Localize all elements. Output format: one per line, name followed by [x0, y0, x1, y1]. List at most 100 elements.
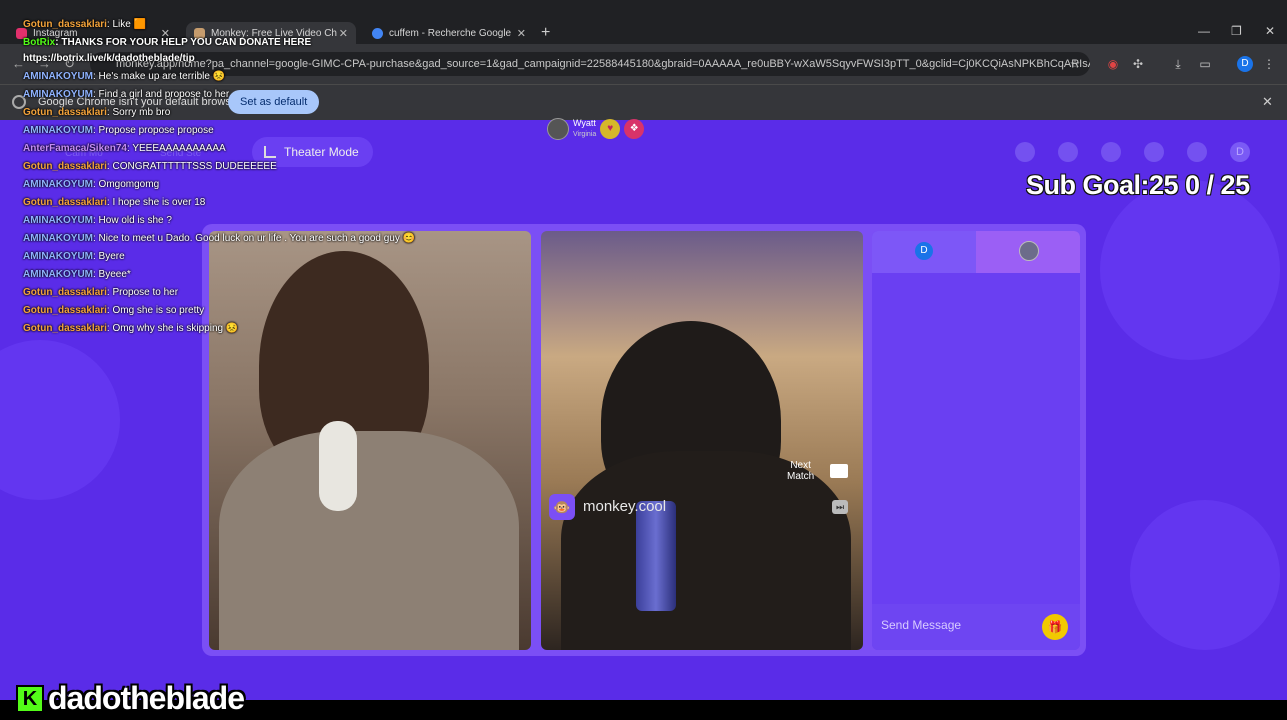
partner-name-block: Wyatt Virginia	[573, 118, 596, 140]
set-default-button[interactable]: Set as default	[228, 90, 320, 114]
user-avatar[interactable]: D	[1230, 142, 1250, 162]
chat-message: : Omgomgomg	[93, 179, 160, 190]
partner-avatar	[547, 118, 569, 140]
friends-icon[interactable]	[1101, 142, 1121, 162]
chat-username: AMINAKOYUM	[23, 215, 93, 226]
chat-message: : I hope she is over 18	[106, 197, 206, 208]
download-icon[interactable]: ⤓	[1171, 57, 1185, 71]
chat-line: Gotun_dassaklari: I hope she is over 18	[23, 197, 205, 208]
chat-message: : CONGRATTTTTTSSS DUDEEEEEE	[106, 161, 277, 172]
extensions-puzzle-icon[interactable]: ✣	[1131, 57, 1145, 71]
send-message-box[interactable]: Send Message 🎁	[872, 604, 1080, 650]
next-camera-icon[interactable]	[830, 464, 848, 478]
chat-username: Gotun_dassaklari	[23, 161, 107, 172]
chat-message: : Nice to meet u Dado. Good luck on ur l…	[93, 233, 416, 244]
chat-username: Gotun_dassaklari	[23, 323, 107, 334]
infobar-close-icon[interactable]: ✕	[1262, 94, 1273, 110]
streamer-branding: K dadotheblade	[16, 680, 245, 717]
partner-location: Virginia	[573, 131, 597, 138]
send-message-input[interactable]: Send Message	[881, 618, 961, 632]
chat-message: : Sorry mb bro	[106, 107, 171, 118]
chat-message: : How old is she ?	[93, 215, 172, 226]
partner-camera-feed	[541, 231, 863, 650]
bg-decoration	[1100, 180, 1280, 360]
chat-username: AMINAKOYUM	[23, 269, 93, 280]
next-match-label[interactable]: Next Match	[787, 460, 814, 482]
botrix-url: https://botrix.live/k/dadotheblade/tip	[23, 53, 195, 64]
chat-self-avatar: D	[915, 242, 933, 260]
chat-line: AMINAKOYUM: How old is she ?	[23, 215, 172, 226]
extension-badge-icon[interactable]: ◉	[1106, 57, 1120, 71]
restore-icon[interactable]: ❐	[1231, 24, 1242, 38]
chat-line: Gotun_dassaklari: Sorry mb bro	[23, 107, 170, 118]
close-icon[interactable]: ✕	[517, 27, 526, 40]
chat-line: Gotun_dassaklari: CONGRATTTTTTSSS DUDEEE…	[23, 161, 277, 172]
chat-message: : THANKS FOR YOUR HELP YOU CAN DONATE HE…	[55, 37, 312, 48]
gift-button-icon[interactable]: 🎁	[1042, 614, 1068, 640]
tab-title: cuffem - Recherche Google	[389, 27, 512, 39]
chat-username: Gotun_dassaklari	[23, 19, 107, 30]
chat-message: : He's make up are terrible 😣	[93, 71, 226, 82]
drink-can	[636, 501, 676, 611]
chat-message: : Byere	[93, 251, 125, 262]
next-match-line2: Match	[787, 471, 815, 482]
chat-username: Gotun_dassaklari	[23, 107, 107, 118]
chat-message: : Like 🟧	[106, 19, 147, 30]
close-icon[interactable]: ✕	[339, 27, 348, 40]
tab-google[interactable]: cuffem - Recherche Google ✕	[364, 22, 534, 44]
partner-name: Wyatt	[573, 118, 596, 128]
skip-icon[interactable]: ⏭	[832, 500, 848, 514]
chat-username: AMINAKOYUM	[23, 179, 93, 190]
chat-message: : Propose to her	[106, 287, 179, 298]
next-match-line1: Next	[790, 460, 811, 471]
profile-avatar[interactable]: D	[1237, 56, 1253, 72]
chat-line: AMINAKOYUM: Propose propose propose	[23, 125, 214, 136]
menu-dots-icon[interactable]: ⋮	[1262, 57, 1276, 71]
chat-tab-partner[interactable]	[976, 231, 1080, 273]
bg-decoration	[0, 340, 120, 500]
chat-username: AMINAKOYUM	[23, 251, 93, 262]
chat-line: Gotun_dassaklari: Like 🟧	[23, 19, 146, 30]
history-icon[interactable]	[1144, 142, 1164, 162]
sidebar-icon[interactable]: ▭	[1198, 57, 1212, 71]
chat-username: AMINAKOYUM	[23, 233, 93, 244]
window-close-icon[interactable]: ✕	[1265, 24, 1275, 38]
minimize-icon[interactable]: —	[1198, 24, 1210, 38]
chat-message: : Propose propose propose	[93, 125, 214, 136]
gift-icon[interactable]: ❖	[624, 119, 645, 139]
chat-username: BotRix	[23, 37, 56, 48]
kick-icon: K	[16, 684, 44, 713]
chat-line: AMINAKOYUM: Omgomgomg	[23, 179, 159, 190]
chat-username: AnterFamaca/Siken74	[23, 143, 127, 154]
chat-message: : Byeee*	[93, 269, 131, 280]
theater-label: Theater Mode	[284, 145, 359, 159]
partner-info: Wyatt Virginia ♥ ❖	[547, 118, 645, 140]
address-bar[interactable]: monkey.app/home?pa_channel=google-GIMC-C…	[90, 52, 1090, 76]
heart-icon[interactable]: ♥	[600, 119, 621, 139]
shop-icon[interactable]	[1015, 142, 1035, 162]
chat-message: : Omg she is so pretty	[106, 305, 205, 316]
chat-line: AnterFamaca/Siken74: YEEEAAAAAAAAAA	[23, 143, 226, 154]
chat-message: : Omg why she is skipping 😣	[106, 323, 239, 334]
url-text: monkey.app/home?pa_channel=google-GIMC-C…	[116, 58, 1090, 70]
chat-tab-self[interactable]: D	[872, 231, 976, 273]
streamer-name: dadotheblade	[48, 680, 245, 716]
monkey-logo-icon: 🐵	[549, 494, 575, 520]
search-icon[interactable]	[1058, 142, 1078, 162]
expand-icon	[264, 146, 276, 158]
bookmark-star-icon[interactable]: ☆	[1068, 57, 1082, 71]
chat-partner-avatar	[1019, 241, 1039, 261]
chat-username: Gotun_dassaklari	[23, 197, 107, 208]
chat-username: Gotun_dassaklari	[23, 305, 107, 316]
chat-line: Gotun_dassaklari: Omg she is so pretty	[23, 305, 204, 316]
chat-line: AMINAKOYUM: Find a girl and propose to h…	[23, 89, 229, 100]
chat-line: BotRix: THANKS FOR YOUR HELP YOU CAN DON…	[23, 37, 311, 48]
chat-tabs: D	[872, 231, 1080, 273]
chat-line: AMINAKOYUM: Byere	[23, 251, 125, 262]
chat-line: AMINAKOYUM: Nice to meet u Dado. Good lu…	[23, 233, 415, 244]
streamer-jacket	[219, 431, 519, 650]
chat-line: Gotun_dassaklari: Propose to her	[23, 287, 178, 298]
chat-username: Gotun_dassaklari	[23, 287, 107, 298]
messages-icon[interactable]	[1187, 142, 1207, 162]
new-tab-button[interactable]: +	[541, 24, 550, 42]
